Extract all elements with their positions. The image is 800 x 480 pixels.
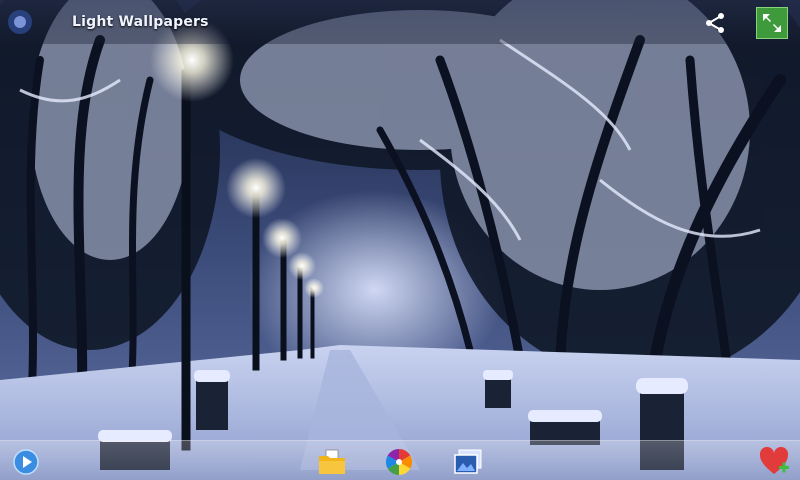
- top-bar: Light Wallpapers: [0, 0, 800, 44]
- app-title: Light Wallpapers: [72, 14, 209, 30]
- folder-button[interactable]: [316, 446, 348, 478]
- play-globe-icon: [13, 449, 39, 475]
- fullscreen-button[interactable]: [756, 7, 788, 39]
- app-logo-icon: [6, 8, 34, 36]
- folder-icon: [319, 449, 345, 474]
- bottom-toolbar: [0, 440, 800, 480]
- gallery-button[interactable]: [452, 446, 484, 478]
- favorite-add-button[interactable]: [758, 446, 790, 478]
- wallpaper-image: [0, 0, 800, 480]
- expand-arrows-icon: [763, 14, 781, 32]
- heart-plus-icon: [759, 446, 789, 474]
- color-wheel-button[interactable]: [383, 446, 415, 478]
- share-icon: [706, 13, 724, 33]
- gallery-icon: [454, 449, 482, 474]
- color-wheel-icon: [385, 448, 413, 476]
- app-window: Light Wallpapers: [0, 0, 800, 480]
- share-button[interactable]: [700, 8, 730, 38]
- play-button[interactable]: [10, 446, 42, 478]
